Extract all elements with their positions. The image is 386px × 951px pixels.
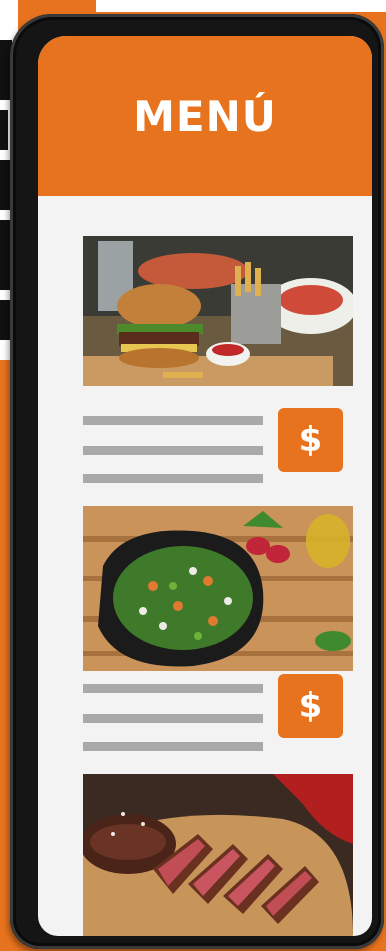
phone-screen: MENÚ $ $ — [38, 36, 372, 936]
burger-photo[interactable] — [83, 236, 353, 386]
dollar-icon: $ — [298, 686, 323, 726]
page-title: MENÚ — [133, 91, 277, 141]
item-description-placeholder — [83, 684, 263, 754]
text-line-placeholder — [83, 684, 263, 693]
salad-photo[interactable] — [83, 506, 353, 671]
text-line-placeholder — [83, 714, 263, 723]
price-button[interactable]: $ — [278, 674, 343, 738]
menu-header: MENÚ — [38, 36, 372, 196]
text-line-placeholder — [83, 742, 263, 751]
text-line-placeholder — [83, 416, 263, 425]
phone-frame: MENÚ $ $ — [10, 14, 384, 949]
text-line-placeholder — [83, 446, 263, 455]
dollar-icon: $ — [298, 420, 323, 460]
item-description-placeholder — [83, 416, 263, 486]
text-line-placeholder — [83, 474, 263, 483]
background-strip — [96, 0, 386, 12]
price-button[interactable]: $ — [278, 408, 343, 472]
steak-photo[interactable] — [83, 774, 353, 936]
